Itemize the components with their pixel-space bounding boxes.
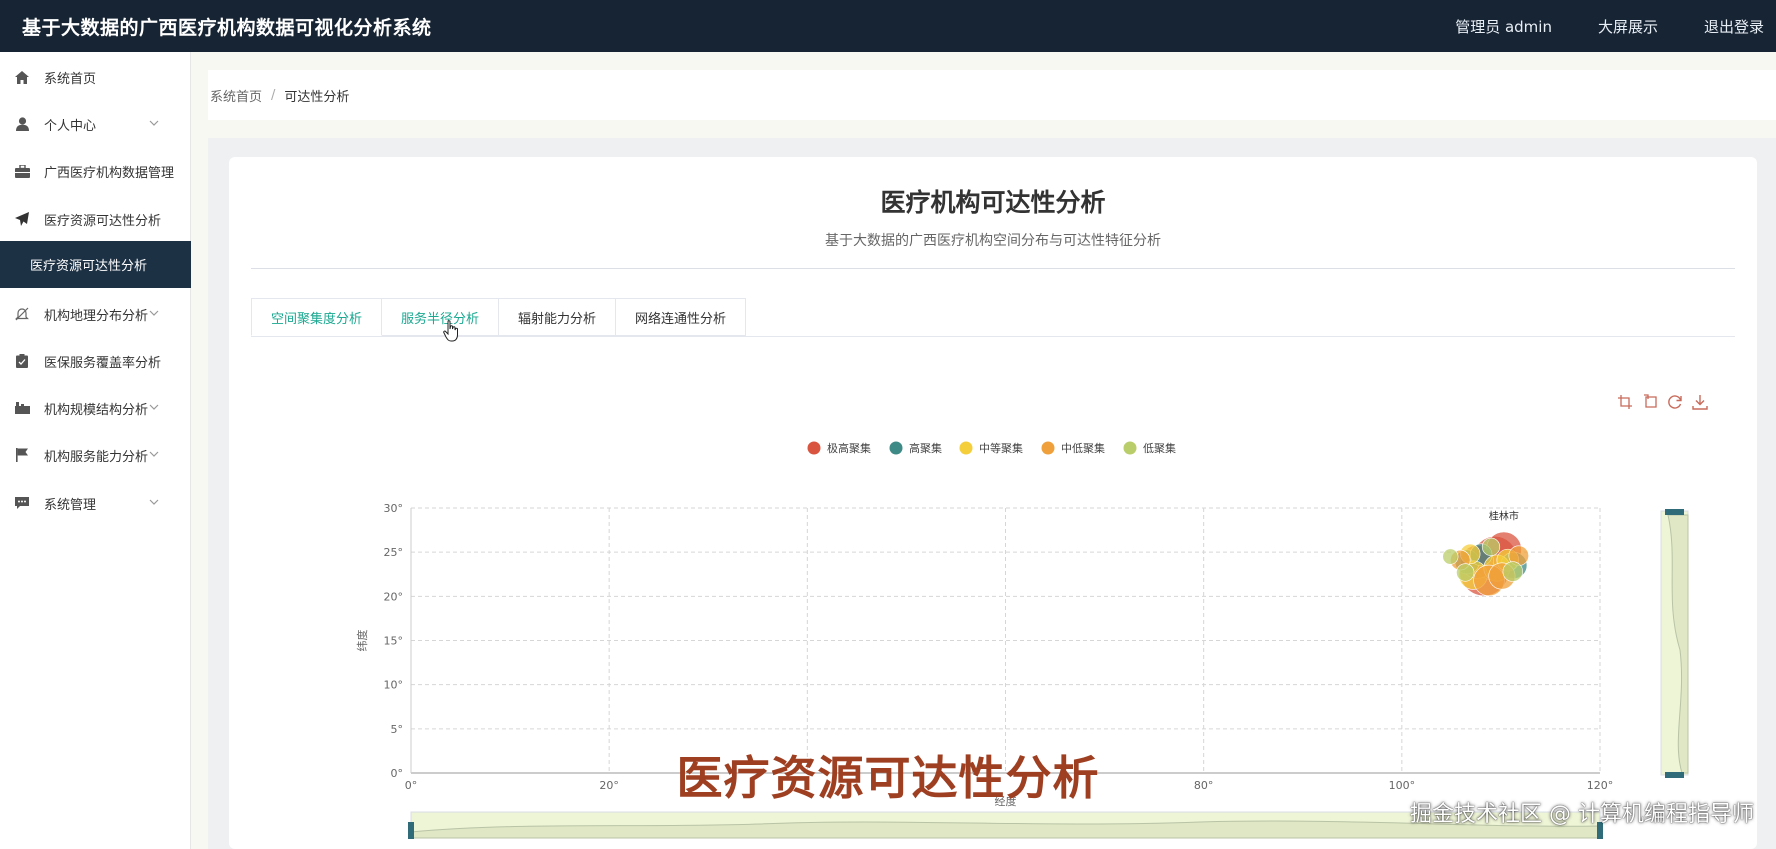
sidebar-item-service-capacity[interactable]: 机构服务能力分析: [0, 435, 191, 475]
sidebar-item-label: 机构地理分布分析: [44, 308, 149, 324]
truck-icon: [14, 400, 30, 416]
user-icon: [14, 116, 30, 132]
chevron-down-icon: [149, 499, 159, 505]
sidebar-item-label: 系统管理: [44, 497, 97, 513]
sidebar-item-label: 医保服务覆盖率分析: [44, 355, 162, 371]
video-caption-text: 医疗资源可达性分析: [676, 751, 1100, 805]
bell-off-icon: [14, 306, 30, 322]
legend-label: 中低聚集: [1061, 441, 1105, 455]
legend-label: 低聚集: [1143, 441, 1176, 455]
breadcrumb-separator: /: [271, 87, 276, 103]
chevron-down-icon: [149, 404, 159, 410]
home-icon: [14, 69, 30, 85]
sidebar-item-profile[interactable]: 个人中心: [0, 104, 191, 144]
chevron-down-icon: [149, 120, 159, 126]
sidebar-item-label: 机构服务能力分析: [44, 449, 149, 465]
tab-service-radius[interactable]: 服务半径分析: [382, 298, 500, 336]
y-tick-label: 5°: [391, 723, 404, 736]
sidebar: 系统首页 个人中心 广西医疗机构数据管理 医疗资源可达性分析 医疗资源可达性分析…: [0, 52, 191, 849]
paper-plane-icon: [14, 211, 30, 227]
legend-label: 高聚集: [909, 441, 942, 455]
legend-label: 极高聚集: [827, 441, 871, 455]
y-zoom-handle-top: [1665, 509, 1684, 515]
top-bar: 基于大数据的广西医疗机构数据可视化分析系统 管理员 admin 大屏展示 退出登…: [0, 0, 1776, 52]
tab-network-connectivity[interactable]: 网络连通性分析: [616, 298, 747, 336]
user-menu[interactable]: 管理员 admin: [1455, 16, 1552, 37]
sidebar-item-scale-structure[interactable]: 机构规模结构分析: [0, 388, 191, 428]
legend-marker: [889, 441, 903, 455]
point-label: 桂林市: [1489, 509, 1519, 522]
top-bar-actions: 管理员 admin 大屏展示 退出登录: [1455, 16, 1776, 37]
analysis-tabs: 空间聚集度分析 服务半径分析 辐射能力分析 网络连通性分析: [251, 298, 747, 336]
zoom-reset-icon[interactable]: [1642, 394, 1658, 410]
breadcrumb-home[interactable]: 系统首页: [210, 86, 262, 105]
sidebar-item-label: 机构规模结构分析: [44, 402, 149, 418]
y-tick-label: 10°: [384, 679, 404, 692]
y-axis-label: 纬度: [355, 630, 369, 652]
y-tick-label: 25°: [384, 546, 404, 559]
legend-marker: [1123, 441, 1137, 455]
divider: [251, 268, 1735, 269]
sidebar-item-label: 广西医疗机构数据管理: [44, 165, 175, 181]
clipboard-icon: [14, 353, 30, 369]
briefcase-icon: [14, 163, 30, 179]
data-point: [1456, 563, 1475, 582]
download-icon[interactable]: [1692, 394, 1708, 410]
data-point: [1502, 561, 1524, 582]
hand-cursor-icon: [443, 320, 458, 342]
sidebar-item-system-management[interactable]: 系统管理: [0, 483, 191, 523]
tab-radiation-capacity[interactable]: 辐射能力分析: [499, 298, 617, 336]
chart-toolbox: [1617, 394, 1717, 410]
legend-marker: [959, 441, 973, 455]
chevron-down-icon: [149, 451, 159, 457]
logout-link[interactable]: 退出登录: [1704, 16, 1764, 37]
credit-watermark: 掘金技术社区 @ 计算机编程指导师: [1410, 802, 1754, 827]
breadcrumb: 系统首页 / 可达性分析: [208, 70, 1776, 120]
y-tick-label: 20°: [384, 590, 404, 603]
legend-label: 中等聚集: [979, 441, 1023, 455]
tab-underline: [251, 336, 1735, 337]
data-point: [1481, 537, 1501, 556]
sidebar-item-accessibility[interactable]: 医疗资源可达性分析: [0, 199, 191, 239]
legend-marker: [807, 441, 821, 455]
y-tick-label: 15°: [384, 635, 404, 648]
sidebar-item-home[interactable]: 系统首页: [0, 57, 191, 97]
big-screen-link[interactable]: 大屏展示: [1598, 16, 1658, 37]
legend-marker: [1041, 441, 1055, 455]
sidebar-item-insurance-coverage[interactable]: 医保服务覆盖率分析: [0, 341, 191, 381]
breadcrumb-current: 可达性分析: [284, 89, 350, 105]
flag-icon: [14, 447, 30, 463]
app-title: 基于大数据的广西医疗机构数据可视化分析系统: [22, 16, 432, 39]
sidebar-subitem-label: 医疗资源可达性分析: [30, 259, 148, 274]
sidebar-item-label: 系统首页: [44, 71, 97, 87]
refresh-icon[interactable]: [1667, 394, 1683, 410]
sidebar-item-geo-distribution[interactable]: 机构地理分布分析: [0, 294, 191, 334]
tab-spatial-clustering[interactable]: 空间聚集度分析: [251, 298, 383, 336]
chat-icon: [14, 495, 30, 511]
sidebar-item-data-management[interactable]: 广西医疗机构数据管理: [0, 151, 191, 191]
sidebar-subitem-accessibility-analysis[interactable]: 医疗资源可达性分析: [0, 241, 191, 288]
x-zoom-handle-left: [408, 822, 414, 839]
sidebar-item-label: 个人中心: [44, 118, 97, 134]
page-subtitle: 基于大数据的广西医疗机构空间分布与可达性特征分析: [825, 233, 1161, 249]
data-point: [1442, 548, 1459, 565]
y-tick-label: 30°: [384, 502, 404, 515]
chevron-down-icon: [149, 310, 159, 316]
sidebar-item-label: 医疗资源可达性分析: [44, 213, 162, 229]
page-title: 医疗机构可达性分析: [880, 188, 1106, 217]
zoom-crop-icon[interactable]: [1617, 394, 1633, 410]
